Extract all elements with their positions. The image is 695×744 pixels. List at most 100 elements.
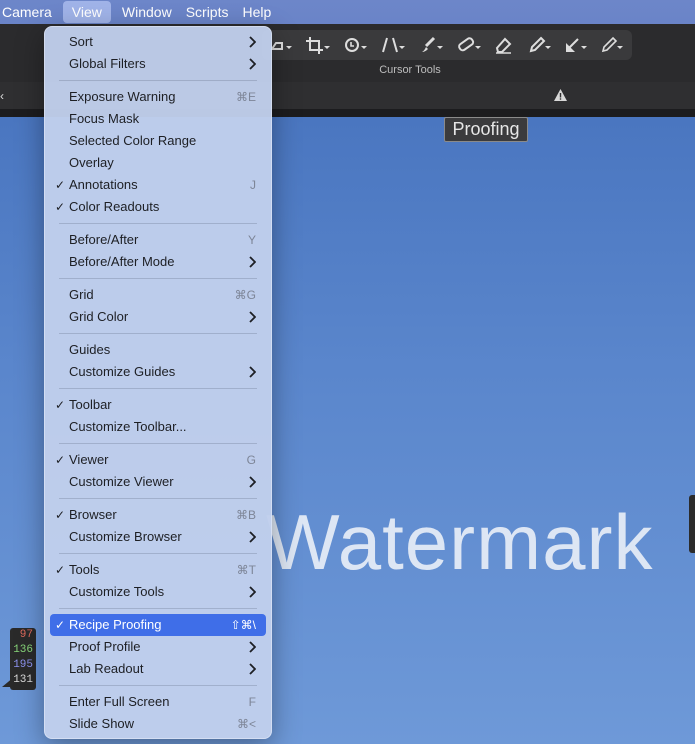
menu-item-before-after-mode[interactable]: Before/After Mode: [50, 251, 266, 273]
menu-item-label: Customize Tools: [69, 584, 165, 599]
chevron-right-icon: [248, 636, 258, 658]
menu-item-label: Global Filters: [69, 56, 146, 71]
crop-icon[interactable]: [300, 32, 334, 58]
menu-item-shortcut: G: [246, 453, 256, 467]
menu-item-label: Before/After Mode: [69, 254, 175, 269]
menu-help[interactable]: Help: [235, 0, 278, 24]
menu-item-label: Toolbar: [69, 397, 112, 412]
menu-window[interactable]: Window: [115, 0, 179, 24]
cursor-tools-label: Cursor Tools: [379, 64, 441, 76]
menu-item-annotations[interactable]: ✓ Annotations J: [50, 174, 266, 196]
menu-item-slide-show[interactable]: Slide Show ⌘<: [50, 713, 266, 735]
menu-separator: [59, 608, 257, 609]
eraser-icon[interactable]: [488, 32, 522, 58]
menu-item-shortcut: Y: [247, 233, 256, 247]
menu-item-toolbar[interactable]: ✓ Toolbar: [50, 394, 266, 416]
menu-item-shortcut: ⌘<: [236, 717, 256, 731]
menu-item-enter-full-screen[interactable]: Enter Full Screen F: [50, 691, 266, 713]
chevron-right-icon: [248, 53, 258, 75]
menu-item-customize-tools[interactable]: Customize Tools: [50, 581, 266, 603]
menu-item-grid-color[interactable]: Grid Color: [50, 306, 266, 328]
menu-item-proof-profile[interactable]: Proof Profile: [50, 636, 266, 658]
menu-item-shortcut: J: [250, 178, 256, 192]
warning-icon[interactable]: [553, 88, 568, 102]
menu-item-customize-browser[interactable]: Customize Browser: [50, 526, 266, 548]
menu-item-recipe-proofing[interactable]: ✓ Recipe Proofing ⇧⌘\: [50, 614, 266, 636]
menu-item-browser[interactable]: ✓ Browser ⌘B: [50, 504, 266, 526]
menu-item-guides[interactable]: Guides: [50, 339, 266, 361]
chevron-right-icon: [248, 658, 258, 680]
menu-item-lab-readout[interactable]: Lab Readout: [50, 658, 266, 680]
menu-camera[interactable]: Camera: [0, 0, 59, 24]
left-marker-icon: ‹: [0, 89, 4, 103]
menu-item-before-after[interactable]: Before/After Y: [50, 229, 266, 251]
menu-item-label: Exposure Warning: [69, 89, 176, 104]
menu-item-tools[interactable]: ✓ Tools ⌘T: [50, 559, 266, 581]
menu-item-shortcut: ⇧⌘\: [230, 618, 256, 632]
readout-red: 97: [19, 629, 33, 641]
chevron-right-icon: [248, 471, 258, 493]
menu-scripts[interactable]: Scripts: [179, 0, 236, 24]
menu-item-label: Customize Viewer: [69, 474, 174, 489]
menu-item-label: Customize Guides: [69, 364, 176, 379]
menu-item-label: Tools: [69, 562, 100, 577]
menu-separator: [59, 553, 257, 554]
readout-green: 136: [13, 644, 33, 656]
menu-item-label: Proof Profile: [69, 639, 141, 654]
menu-item-grid[interactable]: Grid ⌘G: [50, 284, 266, 306]
chevron-right-icon: [248, 526, 258, 548]
menu-item-label: Before/After: [69, 232, 139, 247]
menu-item-shortcut: F: [248, 695, 256, 709]
readout-blue: 195: [13, 659, 33, 671]
menu-item-label: Guides: [69, 342, 111, 357]
checkmark-icon: ✓: [54, 453, 66, 467]
checkmark-icon: ✓: [54, 618, 66, 632]
checkmark-icon: ✓: [54, 398, 66, 412]
menu-item-label: Enter Full Screen: [69, 694, 170, 709]
menu-item-customize-toolbar[interactable]: Customize Toolbar...: [50, 416, 266, 438]
picker-icon[interactable]: [522, 32, 556, 58]
menu-item-shortcut: ⌘G: [234, 288, 256, 302]
chevron-right-icon: [248, 306, 258, 328]
menu-separator: [59, 443, 257, 444]
menu-item-label: Sort: [69, 34, 93, 49]
menu-item-color-readouts[interactable]: ✓ Color Readouts: [50, 196, 266, 218]
checkmark-icon: ✓: [54, 178, 66, 192]
menu-item-customize-viewer[interactable]: Customize Viewer: [50, 471, 266, 493]
menu-item-label: Grid: [69, 287, 94, 302]
menu-item-label: Viewer: [69, 452, 109, 467]
menu-separator: [59, 388, 257, 389]
chevron-right-icon: [248, 251, 258, 273]
rotate-straighten-icon[interactable]: [338, 32, 372, 58]
menu-item-customize-guides[interactable]: Customize Guides: [50, 361, 266, 383]
menu-item-sort[interactable]: Sort: [50, 31, 266, 53]
arrow-pin-icon[interactable]: [558, 32, 592, 58]
menu-item-shortcut: ⌘T: [236, 563, 256, 577]
menu-item-exposure-warning[interactable]: Exposure Warning ⌘E: [50, 86, 266, 108]
menu-item-label: Overlay: [69, 155, 114, 170]
menu-item-label: Customize Browser: [69, 529, 182, 544]
menu-item-viewer[interactable]: ✓ Viewer G: [50, 449, 266, 471]
menu-item-label: Grid Color: [69, 309, 129, 324]
menu-item-global-filters[interactable]: Global Filters: [50, 53, 266, 75]
chevron-right-icon: [248, 31, 258, 53]
menu-item-selected-color-range[interactable]: Selected Color Range: [50, 130, 266, 152]
pencil-icon[interactable]: [594, 32, 628, 58]
keystone-icon[interactable]: [376, 32, 410, 58]
brush-icon[interactable]: [414, 32, 448, 58]
menu-item-label: Lab Readout: [69, 661, 144, 676]
side-panel-handle[interactable]: [689, 495, 695, 553]
chevron-right-icon: [248, 361, 258, 383]
menu-item-label: Annotations: [69, 177, 138, 192]
menu-separator: [59, 223, 257, 224]
menu-item-shortcut: ⌘B: [235, 508, 256, 522]
menu-item-overlay[interactable]: Overlay: [50, 152, 266, 174]
menu-separator: [59, 685, 257, 686]
menu-separator: [59, 278, 257, 279]
menu-item-label: Selected Color Range: [69, 133, 197, 148]
menu-item-focus-mask[interactable]: Focus Mask: [50, 108, 266, 130]
menu-view[interactable]: View: [62, 1, 111, 23]
menu-item-label: Recipe Proofing: [69, 617, 162, 632]
bandage-icon[interactable]: [452, 32, 486, 58]
view-menu: Sort Global Filters Exposure Warning ⌘E Focu…: [44, 26, 272, 739]
